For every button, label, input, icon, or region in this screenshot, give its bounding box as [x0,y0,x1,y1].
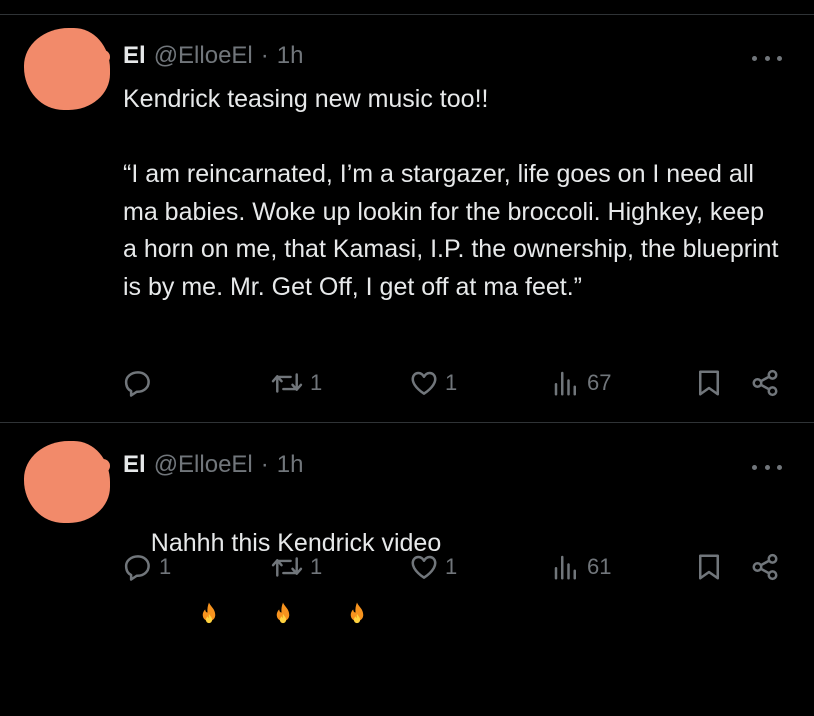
views-icon [554,555,576,580]
share-button[interactable] [748,366,782,400]
tweet-header: El @ElloeEl · 1h [123,40,303,72]
share-button[interactable] [748,550,782,584]
like-count: 1 [445,370,458,395]
views-count: 61 [587,554,612,579]
reply-button[interactable] [123,366,159,400]
repost-icon [271,373,303,393]
like-icon [411,555,437,579]
more-icon [752,464,757,470]
action-bar: 1 1 1 61 [0,550,814,584]
reply-icon [124,371,150,397]
more-icon-dot [777,464,782,470]
handle[interactable]: @ElloeEl [154,42,253,70]
views-button[interactable]: 67 [551,366,611,400]
handle[interactable]: @ElloeEl [154,451,253,479]
repost-button[interactable]: 1 [270,550,322,584]
more-icon-dot [764,464,770,470]
avatar[interactable] [24,28,110,110]
like-icon [411,371,437,395]
more-options-button[interactable] [752,48,782,68]
bookmark-icon [699,370,719,396]
views-icon [554,371,576,396]
share-icon [752,553,778,581]
display-name[interactable]: El [123,42,146,70]
timestamp[interactable]: 1h [277,451,304,479]
action-bar: 1 1 67 [0,366,814,400]
tweet-text-container: Nahhh this Kendrick video [123,487,783,716]
tweet[interactable]: El @ElloeEl · 1h Nahhh this Kendrick vid… [0,423,814,623]
share-icon [752,369,778,397]
repost-count: 1 [310,554,323,579]
display-name[interactable]: El [123,451,146,479]
tweet-header: El @ElloeEl · 1h [123,449,303,481]
bookmark-button[interactable] [694,550,724,584]
repost-icon [271,557,303,577]
repost-count: 1 [310,370,323,395]
reply-count: 1 [159,554,172,579]
timestamp[interactable]: 1h [277,42,304,70]
avatar[interactable] [24,441,110,523]
separator-dot: · [260,451,269,478]
avatar-notch [96,459,110,473]
views-count: 67 [587,370,612,395]
more-icon [752,55,757,61]
like-count: 1 [445,554,458,579]
more-icon-dot [764,55,770,61]
views-button[interactable]: 61 [551,550,611,584]
separator-dot: · [260,42,269,69]
bookmark-button[interactable] [694,366,724,400]
tweet[interactable]: El @ElloeEl · 1h Kendrick teasing new mu… [0,0,814,422]
tweet-text: Kendrick teasing new music too!! “I am r… [123,85,779,301]
more-icon-dot [777,55,782,61]
more-options-button[interactable] [752,457,782,477]
like-button[interactable]: 1 [409,550,457,584]
avatar-notch [96,50,110,64]
reply-button[interactable]: 1 [123,550,171,584]
like-button[interactable]: 1 [409,366,457,400]
reply-icon [124,555,150,581]
bookmark-icon [699,554,719,580]
repost-button[interactable]: 1 [270,366,322,400]
